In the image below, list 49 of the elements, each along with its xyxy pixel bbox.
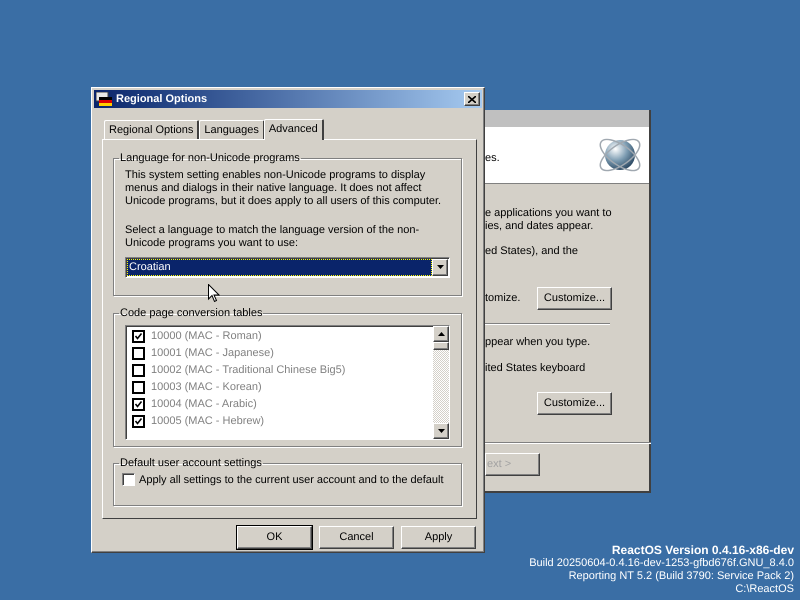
version-info-text: C:\ReactOS <box>735 583 794 596</box>
flag-icon <box>96 92 112 106</box>
list-item-label: 10002 (MAC - Traditional Chinese Big5) <box>151 362 346 378</box>
list-item-label: 10001 (MAC - Japanese) <box>151 346 274 361</box>
description-text: ed States), and the <box>485 244 579 259</box>
dialog-button[interactable]: Cancel <box>319 526 394 549</box>
dropdown-arrow-button[interactable] <box>432 258 448 276</box>
tab[interactable]: Regional Options <box>104 120 200 139</box>
group-title: Language for non-Unicode programs <box>119 151 301 166</box>
version-title: ReactOS Version 0.4.16-x86-dev <box>612 544 794 557</box>
checkbox[interactable] <box>122 473 135 486</box>
description-text: tomize. <box>485 290 522 306</box>
dropdown-value: Croatian <box>127 258 432 276</box>
group-title: Default user account settings <box>119 456 263 471</box>
scroll-down-button[interactable] <box>433 422 449 438</box>
description-text: This system setting enables non-Unicode programs to display menus and dialogs in their native language. It does not affect Unicode programs, but it does apply to all users of this computer. <box>125 168 442 208</box>
version-info-text: Build 20250604-0.4.16-dev-1253-gfbd676f.GNU_8.4.0 <box>529 557 794 570</box>
list-item-label: 10000 (MAC - Roman) <box>151 328 262 344</box>
version-info-text: Reporting NT 5.2 (Build 3790: Service Pack 2) <box>568 570 794 583</box>
close-button[interactable] <box>464 92 480 106</box>
caret-down-icon <box>436 265 444 269</box>
customize-button[interactable]: Customize... <box>537 392 612 414</box>
checkmark-icon <box>135 332 142 340</box>
checkmark-icon <box>135 400 142 408</box>
description-text: e applications you want to <box>485 207 613 220</box>
window-title: Regional Options <box>116 92 208 107</box>
scrollbar[interactable] <box>433 326 449 438</box>
caret-down-icon <box>438 428 444 432</box>
close-icon <box>468 96 476 102</box>
language-dropdown[interactable]: Croatian <box>125 256 450 278</box>
dialog-button[interactable]: OK <box>237 526 312 549</box>
description-text: ies, and dates appear. <box>485 220 594 233</box>
list-item-label: 10004 (MAC - Arabic) <box>151 396 257 412</box>
list-item-label: 10003 (MAC - Korean) <box>151 380 262 395</box>
mouse-cursor-icon <box>208 284 220 303</box>
description-text: ited States keyboard <box>485 361 586 376</box>
checkmark-icon <box>135 418 142 424</box>
tab[interactable]: Advanced <box>264 119 324 140</box>
checkbox-label[interactable]: Apply all settings to the current user account and to the default <box>139 472 444 488</box>
tab[interactable]: Languages <box>199 120 265 139</box>
caret-up-icon <box>438 332 444 336</box>
group-title: Code page conversion tables <box>119 306 264 321</box>
list-item-label: 10005 (MAC - Hebrew) <box>151 414 264 429</box>
header-text: es. <box>485 150 500 166</box>
customize-button[interactable]: Customize... <box>537 286 612 310</box>
scroll-up-button[interactable] <box>433 326 449 342</box>
dialog-button[interactable]: Apply <box>401 526 476 549</box>
description-text: ppear when you type. <box>485 334 592 350</box>
prompt-text: Select a language to match the language version of the non-Unicode programs you want to use: <box>125 224 420 250</box>
